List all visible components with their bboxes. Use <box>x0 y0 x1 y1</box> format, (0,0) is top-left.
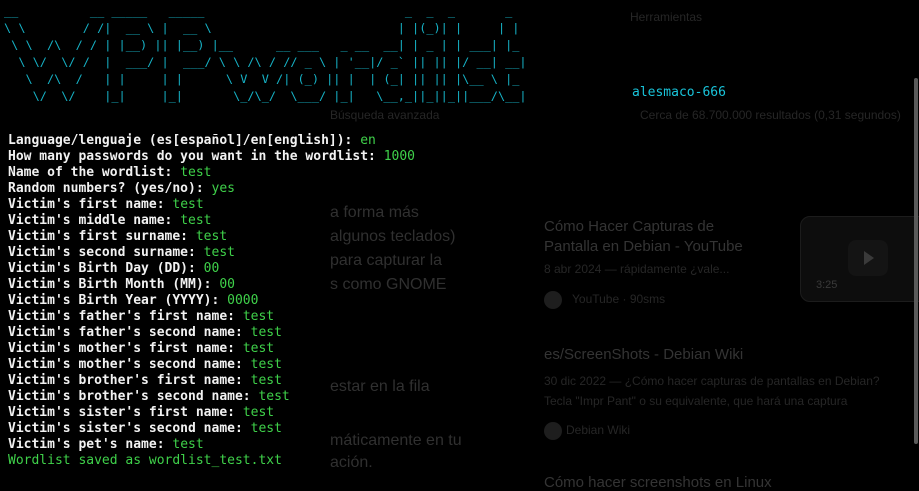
prompt-answer: en <box>360 133 376 148</box>
prompt-answer: test <box>195 229 228 244</box>
prompt-answer: test <box>180 165 212 180</box>
prompt-question: Victim's mother's first name: <box>8 341 243 356</box>
terminal-output: Language/lenguaje (es[español]/en[englis… <box>8 133 908 469</box>
prompt-question: Victim's pet's name: <box>8 437 173 452</box>
prompt-question: How many passwords do you want in the wo… <box>8 149 384 164</box>
prompt-answer: test <box>242 309 275 324</box>
prompt-question: Victim's middle name: <box>8 213 181 228</box>
prompt-question: Language/lenguaje (es[español]/en[englis… <box>8 133 361 148</box>
prompt-question: Victim's sister's first name: <box>8 405 243 420</box>
prompt-answer: test <box>242 405 275 420</box>
prompt-line: Victim's brother's second name: test <box>8 389 908 405</box>
prompt-answer: test <box>180 213 212 228</box>
tools-label: Herramientas <box>630 10 703 24</box>
prompt-question: Victim's mother's second name: <box>8 357 251 372</box>
wpp-wordlist-ascii-banner: __ __ _____ _____ _ _ _ _ \ \ / /| __ \ … <box>4 4 527 103</box>
prompt-line: Victim's Birth Year (YYYY): 0000 <box>8 293 908 309</box>
prompt-question: Victim's brother's first name: <box>8 373 251 388</box>
prompt-line: Victim's second surname: test <box>8 245 908 261</box>
prompt-answer: 1000 <box>383 149 415 164</box>
prompt-line: Victim's Birth Day (DD): 00 <box>8 261 908 277</box>
prompt-question: Victim's father's first name: <box>8 309 243 324</box>
prompt-answer: 0000 <box>227 293 259 308</box>
prompt-question: Victim's sister's second name: <box>8 421 251 436</box>
prompt-line: Victim's pet's name: test <box>8 437 908 453</box>
advanced-search-link: Búsqueda avanzada <box>330 108 440 122</box>
prompt-question: Victim's second surname: <box>8 245 204 260</box>
prompt-answer: yes <box>211 181 235 196</box>
prompt-answer: test <box>250 325 282 340</box>
prompt-line: Victim's brother's first name: test <box>8 373 908 389</box>
prompt-question: Victim's father's second name: <box>8 325 251 340</box>
prompt-line: Victim's father's first name: test <box>8 309 908 325</box>
prompt-answer: test <box>203 245 235 260</box>
author-handle: alesmaco-666 <box>632 85 726 100</box>
prompt-line: Victim's father's second name: test <box>8 325 908 341</box>
prompt-line: Victim's mother's second name: test <box>8 357 908 373</box>
prompt-question: Random numbers? (yes/no): <box>8 181 212 196</box>
prompt-line: How many passwords do you want in the wo… <box>8 149 908 165</box>
prompt-question: Victim's brother's second name: <box>8 389 259 404</box>
prompt-line: Victim's first surname: test <box>8 229 908 245</box>
prompt-line: Name of the wordlist: test <box>8 165 908 181</box>
prompt-line: Victim's middle name: test <box>8 213 908 229</box>
prompt-question: Victim's Birth Month (MM): <box>8 277 220 292</box>
wordlist-saved-message: Wordlist saved as wordlist_test.txt <box>8 453 282 468</box>
prompt-answer: test <box>250 357 282 372</box>
prompt-answer: test <box>172 437 204 452</box>
prompt-question: Name of the wordlist: <box>8 165 181 180</box>
prompt-line: Victim's Birth Month (MM): 00 <box>8 277 908 293</box>
result-title: Cómo hacer screenshots en Linux <box>544 474 772 491</box>
prompt-line: Random numbers? (yes/no): yes <box>8 181 908 197</box>
terminal-scrollbar[interactable] <box>914 78 918 444</box>
prompt-answer: test <box>250 373 282 388</box>
results-stats: Cerca de 68.700.000 resultados (0,31 seg… <box>640 108 901 122</box>
prompt-answer: test <box>172 197 204 212</box>
prompt-question: Victim's first surname: <box>8 229 196 244</box>
prompt-question: Victim's Birth Day (DD): <box>8 261 204 276</box>
prompt-question: Victim's Birth Year (YYYY): <box>8 293 228 308</box>
prompt-line: Language/lenguaje (es[español]/en[englis… <box>8 133 908 149</box>
prompt-answer: test <box>250 421 282 436</box>
prompt-answer: test <box>258 389 290 404</box>
prompt-answer: 00 <box>219 277 235 292</box>
prompt-line: Victim's sister's first name: test <box>8 405 908 421</box>
prompt-line: Victim's first name: test <box>8 197 908 213</box>
prompt-line: Victim's mother's first name: test <box>8 341 908 357</box>
prompt-answer: test <box>242 341 275 356</box>
prompt-answer: 00 <box>203 261 220 276</box>
prompt-line: Victim's sister's second name: test <box>8 421 908 437</box>
prompt-question: Victim's first name: <box>8 197 173 212</box>
